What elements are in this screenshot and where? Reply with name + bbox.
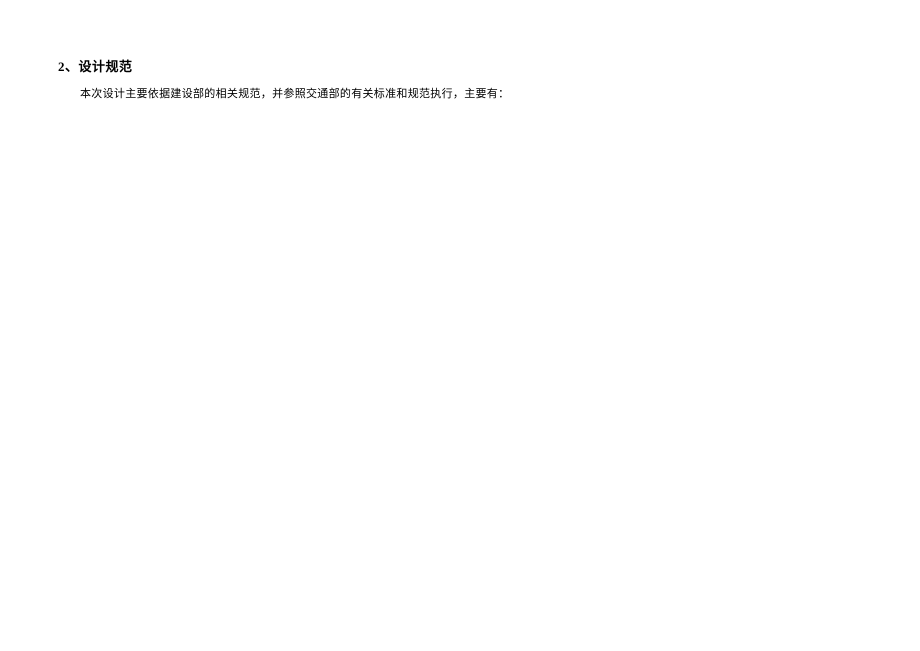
document-content: 2、设计规范 本次设计主要依据建设部的相关规范，并参照交通部的有关标准和规范执行…: [0, 0, 920, 101]
paragraph-text: 本次设计主要依据建设部的相关规范，并参照交通部的有关标准和规范执行，主要有：: [58, 85, 920, 101]
section-heading: 2、设计规范: [58, 56, 920, 75]
